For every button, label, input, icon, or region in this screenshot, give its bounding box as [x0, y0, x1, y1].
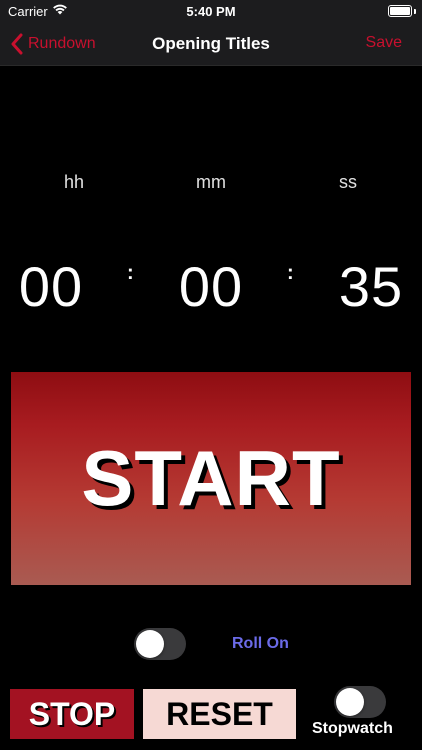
seconds-label: ss: [339, 172, 357, 192]
stopwatch-toggle[interactable]: [334, 686, 386, 718]
status-time: 5:40 PM: [186, 4, 236, 19]
toggle-knob: [136, 630, 164, 658]
battery-icon: [388, 5, 412, 17]
battery-tip: [414, 9, 416, 14]
stop-button-label: STOP: [28, 695, 116, 732]
back-button[interactable]: Rundown: [10, 32, 96, 56]
roll-on-label: Roll On: [232, 635, 289, 652]
hours-label: hh: [63, 172, 85, 192]
seconds-value[interactable]: 35: [316, 254, 422, 319]
reset-button-label: RESET: [166, 695, 273, 732]
hours-value[interactable]: 00: [0, 254, 106, 319]
colon-separator: :: [127, 262, 134, 284]
roll-on-toggle[interactable]: [134, 628, 186, 660]
colon-separator: :: [287, 262, 294, 284]
save-button[interactable]: Save: [366, 34, 402, 52]
navigation-bar: Rundown Opening Titles Save: [0, 22, 422, 66]
back-button-label: Rundown: [28, 35, 96, 52]
minutes-value[interactable]: 00: [156, 254, 266, 319]
stop-button[interactable]: STOP: [10, 689, 134, 739]
battery-fill: [390, 7, 410, 15]
chevron-left-icon: [11, 33, 23, 55]
toggle-knob: [336, 688, 364, 716]
start-button[interactable]: START: [11, 372, 411, 585]
reset-button[interactable]: RESET: [143, 689, 296, 739]
stopwatch-label: Stopwatch: [312, 720, 393, 737]
minutes-label: mm: [196, 172, 226, 192]
start-button-label: START: [81, 434, 341, 522]
status-bar: Carrier 5:40 PM: [0, 0, 422, 22]
